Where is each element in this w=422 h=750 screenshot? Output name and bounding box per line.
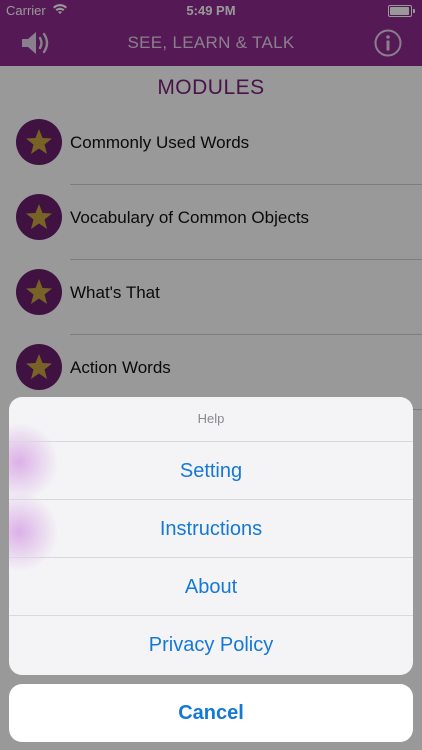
help-action-sheet: Help Setting Instructions About Privacy … — [9, 397, 413, 675]
setting-button[interactable]: Setting — [9, 441, 413, 500]
action-sheet-title: Help — [197, 411, 225, 426]
cancel-button[interactable]: Cancel — [9, 684, 413, 742]
privacy-policy-button[interactable]: Privacy Policy — [9, 615, 413, 674]
about-button[interactable]: About — [9, 557, 413, 616]
instructions-button[interactable]: Instructions — [9, 499, 413, 558]
